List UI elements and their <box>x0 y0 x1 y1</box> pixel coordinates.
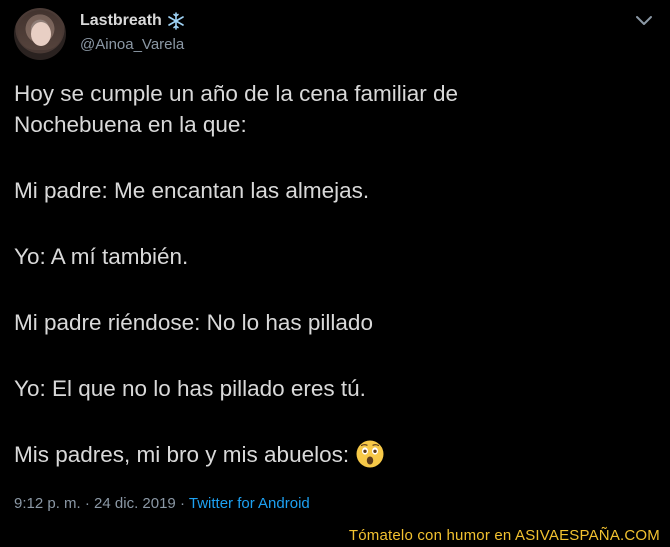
tweet-card: Lastbreath @Ainoa_Varela Hoy se cumple u… <box>0 0 670 526</box>
chevron-down-icon[interactable] <box>634 14 654 28</box>
snowflake-icon <box>168 12 184 30</box>
meta-separator: · <box>84 495 90 512</box>
user-handle[interactable]: @Ainoa_Varela <box>80 36 184 53</box>
tweet-line: Yo: El que no lo has pillado eres tú. <box>14 376 366 401</box>
watermark-footer: Tómatelo con humor en ASIVAESPAÑA.COM <box>0 526 670 547</box>
astonished-face-icon <box>356 440 384 468</box>
avatar-face <box>31 22 51 46</box>
tweet-line-last: Mis padres, mi bro y mis abuelos: <box>14 439 654 471</box>
avatar[interactable] <box>14 8 66 60</box>
tweet-text: Hoy se cumple un año de la cena familiar… <box>14 78 654 471</box>
tweet-line: Mi padre: Me encantan las almejas. <box>14 178 370 203</box>
tweet-time[interactable]: 9:12 p. m. <box>14 495 81 512</box>
tweet-line: Nochebuena en la que: <box>14 112 247 137</box>
tweet-line: Hoy se cumple un año de la cena familiar… <box>14 81 459 106</box>
meta-separator: · <box>179 495 185 512</box>
tweet-date[interactable]: 24 dic. 2019 <box>94 495 176 512</box>
tweet-meta: 9:12 p. m. · 24 dic. 2019 · Twitter for … <box>14 495 310 512</box>
tweet-line: Mi padre riéndose: No lo has pillado <box>14 310 373 335</box>
display-name[interactable]: Lastbreath <box>80 12 162 30</box>
tweet-line: Mis padres, mi bro y mis abuelos: <box>14 442 350 467</box>
watermark-text: Tómatelo con humor en ASIVAESPAÑA.COM <box>348 527 660 544</box>
tweet-source[interactable]: Twitter for Android <box>189 495 310 512</box>
tweet-line: Yo: A mí también. <box>14 244 189 269</box>
